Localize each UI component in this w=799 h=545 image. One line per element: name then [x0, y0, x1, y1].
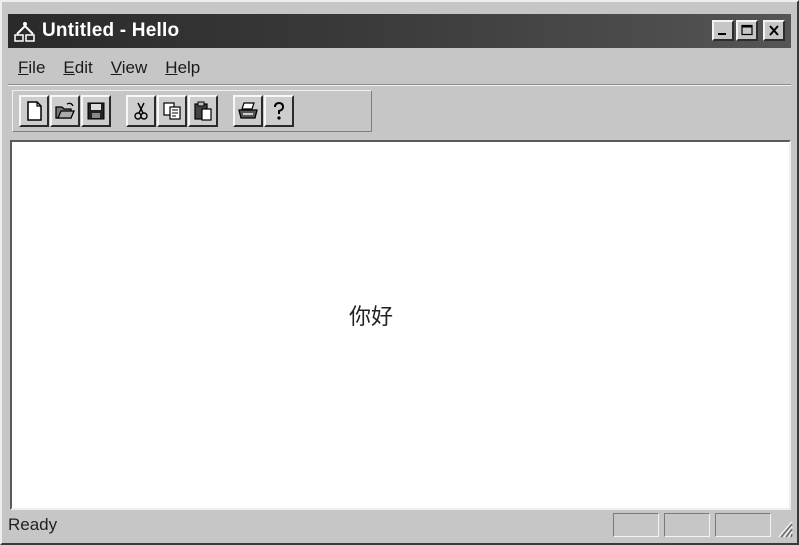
save-icon: [87, 102, 105, 120]
status-pane: [613, 513, 659, 537]
maximize-button[interactable]: [736, 20, 758, 41]
status-pane: [715, 513, 771, 537]
print-button[interactable]: [233, 95, 263, 127]
copy-button[interactable]: [157, 95, 187, 127]
new-button[interactable]: [19, 95, 49, 127]
document-view[interactable]: 你好: [10, 140, 791, 510]
help-button[interactable]: [264, 95, 294, 127]
menu-bar: File Edit View Help: [8, 54, 208, 82]
minimize-button[interactable]: [712, 20, 734, 41]
open-button[interactable]: [50, 95, 80, 127]
status-pane: [664, 513, 710, 537]
status-bar: Ready: [8, 512, 793, 540]
cut-icon: [134, 102, 148, 120]
app-document-icon[interactable]: [12, 18, 38, 44]
menu-help[interactable]: Help: [165, 58, 200, 78]
status-text: Ready: [8, 515, 58, 534]
greeting-text: 你好: [349, 305, 394, 330]
print-icon: [238, 102, 258, 119]
minimize-icon: [718, 33, 726, 35]
new-icon: [27, 101, 42, 121]
copy-icon: [163, 102, 181, 120]
help-icon: [274, 101, 285, 120]
open-icon: [55, 102, 75, 119]
toolbar: [12, 90, 372, 132]
menu-file[interactable]: File: [18, 58, 45, 78]
title-bar[interactable]: Untitled - Hello: [8, 14, 791, 48]
close-button[interactable]: [763, 20, 785, 41]
resize-grip-icon[interactable]: [775, 518, 793, 538]
menu-view[interactable]: View: [111, 58, 148, 78]
cut-button[interactable]: [126, 95, 156, 127]
close-icon: [769, 25, 779, 36]
caption-buttons: [712, 20, 785, 41]
save-button[interactable]: [81, 95, 111, 127]
status-panes: [613, 513, 771, 537]
window-title: Untitled - Hello: [42, 20, 180, 41]
menu-edit[interactable]: Edit: [63, 58, 92, 78]
paste-button[interactable]: [188, 95, 218, 127]
maximize-icon: [741, 24, 753, 36]
toolbar-separator: [8, 84, 791, 86]
main-window: Untitled - Hello File Edit View Help 你好 …: [0, 0, 799, 545]
paste-icon: [194, 101, 212, 121]
